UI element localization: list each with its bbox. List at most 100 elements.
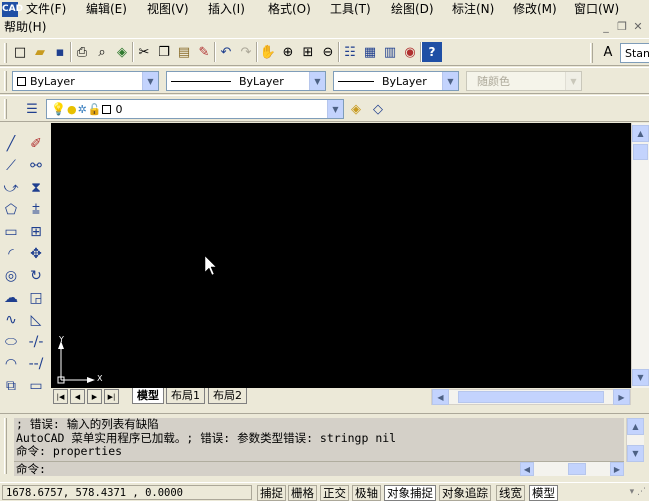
toolbar-grip[interactable] [4, 43, 7, 63]
revision-cloud-icon[interactable]: ☁ [0, 287, 22, 309]
menu-dimension[interactable]: 标注(N) [452, 2, 494, 17]
menu-window[interactable]: 窗口(W) [574, 2, 619, 17]
rotate-icon[interactable]: ↻ [25, 265, 47, 287]
zoom-realtime-icon[interactable]: ⊕ [278, 42, 298, 62]
linetype-select[interactable]: ByLayer ▼ [166, 71, 326, 91]
tab-layout2[interactable]: 布局2 [208, 388, 247, 404]
ellipse-icon[interactable]: ⬭ [0, 331, 22, 353]
ellipse-arc-icon[interactable]: ◠ [0, 353, 22, 375]
chevron-down-icon[interactable]: ▼ [442, 72, 458, 90]
cut-icon[interactable]: ✂ [134, 42, 154, 62]
minimize-button[interactable]: _ [598, 20, 614, 34]
text-style-icon[interactable]: A [598, 42, 618, 62]
menu-tools[interactable]: 工具(T) [330, 2, 371, 17]
tab-layout1[interactable]: 布局1 [166, 388, 205, 404]
next-tab-icon[interactable]: ▶ [87, 389, 102, 404]
menu-edit[interactable]: 编辑(E) [86, 2, 127, 17]
make-object-layer-current-icon[interactable]: ◈ [346, 99, 366, 119]
text-style-select[interactable]: Stan [620, 43, 649, 63]
restore-button[interactable]: ❐ [614, 20, 630, 34]
new-icon[interactable]: □ [10, 42, 30, 62]
undo-icon[interactable]: ↶ [216, 42, 236, 62]
trim-icon[interactable]: -/- [25, 331, 47, 353]
status-otrack-button[interactable]: 对象追踪 [439, 485, 491, 501]
scale-icon[interactable]: ◲ [25, 287, 47, 309]
prev-tab-icon[interactable]: ◀ [70, 389, 85, 404]
menu-draw[interactable]: 绘图(D) [391, 2, 434, 17]
layer-manager-icon[interactable]: ☰ [22, 99, 42, 119]
tray-settings-icon[interactable]: ▾ ⋰ [622, 487, 646, 500]
status-ortho-button[interactable]: 正交 [320, 485, 349, 501]
scroll-down-icon[interactable]: ▼ [632, 369, 649, 386]
status-grid-button[interactable]: 栅格 [288, 485, 317, 501]
redo-icon[interactable]: ↷ [236, 42, 256, 62]
layer-previous-icon[interactable]: ◇ [368, 99, 388, 119]
first-tab-icon[interactable]: |◀ [53, 389, 68, 404]
menu-insert[interactable]: 插入(I) [208, 2, 245, 17]
insert-block-icon[interactable]: ⧉ [0, 375, 22, 397]
spline-icon[interactable]: ∿ [0, 309, 22, 331]
paste-icon[interactable]: ▤ [174, 42, 194, 62]
scroll-left-icon[interactable]: ◀ [432, 389, 449, 405]
command-window-grip[interactable] [4, 418, 7, 474]
horizontal-scroll-thumb[interactable] [458, 391, 604, 403]
menu-modify[interactable]: 修改(M) [513, 2, 557, 17]
move-icon[interactable]: ✥ [25, 243, 47, 265]
status-osnap-button[interactable]: 对象捕捉 [384, 485, 436, 501]
canvas-horizontal-scrollbar[interactable]: ◀ ▶ [431, 389, 631, 405]
coordinate-display[interactable]: 1678.6757, 578.4371 , 0.0000 [2, 485, 252, 500]
scroll-right-icon[interactable]: ▶ [610, 462, 624, 476]
status-lineweight-button[interactable]: 线宽 [496, 485, 525, 501]
zoom-window-icon[interactable]: ⊞ [298, 42, 318, 62]
status-snap-button[interactable]: 捕捉 [257, 485, 286, 501]
pan-icon[interactable]: ✋ [258, 42, 278, 62]
design-center-icon[interactable]: ▦ [360, 42, 380, 62]
status-model-button[interactable]: 模型 [529, 485, 558, 501]
help-icon[interactable]: ? [422, 42, 442, 62]
toolbar-grip[interactable] [4, 99, 7, 119]
circle-icon[interactable]: ◎ [0, 265, 22, 287]
command-horizontal-scrollbar[interactable]: ◀ ▶ [520, 462, 624, 476]
erase-icon[interactable]: ✐ [25, 133, 47, 155]
chevron-down-icon[interactable]: ▼ [309, 72, 325, 90]
publish-icon[interactable]: ◈ [112, 42, 132, 62]
print-icon[interactable]: ⎙ [72, 42, 92, 62]
tool-palettes-icon[interactable]: ▥ [380, 42, 400, 62]
save-icon[interactable]: ▪ [50, 42, 70, 62]
arc-icon[interactable]: ◜ [0, 243, 22, 265]
menu-format[interactable]: 格式(O) [268, 2, 311, 17]
last-tab-icon[interactable]: ▶| [104, 389, 119, 404]
scroll-thumb[interactable] [633, 144, 648, 160]
scroll-down-icon[interactable]: ▼ [627, 445, 644, 462]
zoom-previous-icon[interactable]: ⊖ [318, 42, 338, 62]
break-icon[interactable]: ▭ [25, 375, 47, 397]
properties-icon[interactable]: ☷ [340, 42, 360, 62]
scroll-left-icon[interactable]: ◀ [520, 462, 534, 476]
lineweight-select[interactable]: ByLayer ▼ [333, 71, 459, 91]
menu-file[interactable]: 文件(F) [26, 2, 66, 17]
toolbar-grip[interactable] [4, 71, 7, 91]
mirror-icon[interactable]: ⧗ [25, 177, 47, 199]
copy-icon[interactable]: ❐ [154, 42, 174, 62]
drawing-canvas[interactable]: Y X [51, 123, 631, 388]
construction-line-icon[interactable]: ⟋ [0, 155, 22, 177]
menu-view[interactable]: 视图(V) [147, 2, 189, 17]
dbconnect-icon[interactable]: ◉ [400, 42, 420, 62]
extend-icon[interactable]: --/ [25, 353, 47, 375]
scroll-right-icon[interactable]: ▶ [613, 389, 630, 405]
copy-object-icon[interactable]: ⚯ [25, 155, 47, 177]
tab-model[interactable]: 模型 [132, 388, 164, 404]
open-icon[interactable]: ▰ [30, 42, 50, 62]
chevron-down-icon[interactable]: ▼ [142, 72, 158, 90]
layer-select[interactable]: 💡 ● ✲ 🔓 0 ▼ [46, 99, 344, 119]
polygon-icon[interactable]: ⬠ [0, 199, 22, 221]
offset-icon[interactable]: ⩲ [25, 199, 47, 221]
status-polar-button[interactable]: 极轴 [352, 485, 381, 501]
scroll-up-icon[interactable]: ▲ [627, 418, 644, 435]
match-properties-icon[interactable]: ✎ [194, 42, 214, 62]
array-icon[interactable]: ⊞ [25, 221, 47, 243]
menu-help[interactable]: 帮助(H) [4, 20, 46, 35]
command-scrollbar[interactable]: ▲ ▼ [626, 418, 644, 462]
color-select[interactable]: ByLayer ▼ [12, 71, 159, 91]
horizontal-scroll-thumb[interactable] [568, 463, 586, 475]
